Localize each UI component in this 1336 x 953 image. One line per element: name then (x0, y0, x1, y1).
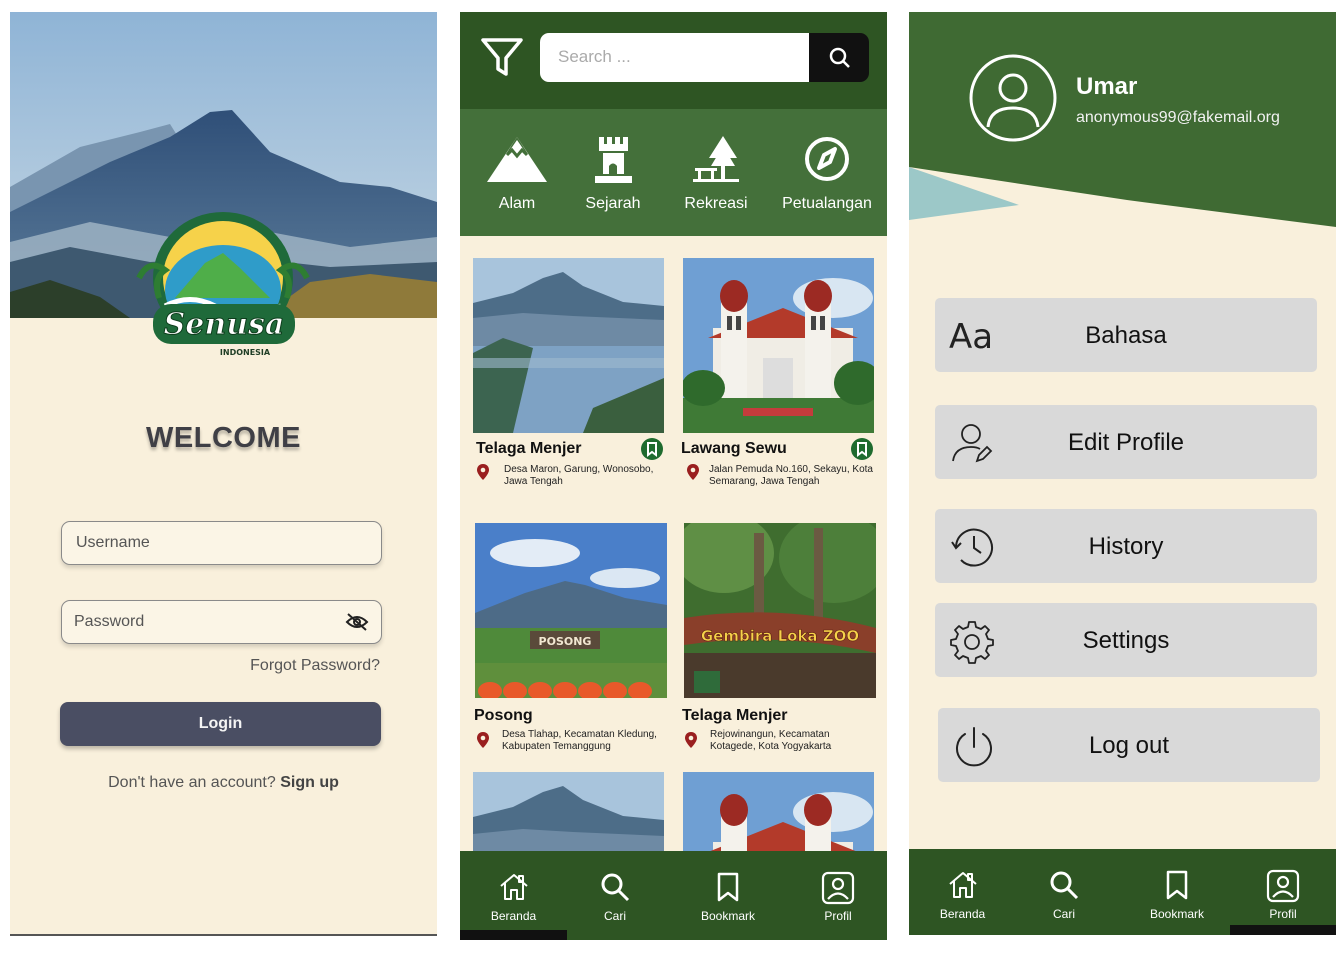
signup-prompt: Don't have an account? Sign up (10, 774, 437, 792)
senusa-logo: Senusa INDONESIA (135, 208, 313, 368)
place-image-posong: POSONG (475, 523, 667, 698)
place-title: Posong (474, 707, 533, 724)
category-label: Sejarah (585, 195, 641, 212)
category-label: Petualangan (782, 195, 872, 212)
search-icon (1050, 871, 1079, 900)
nav-profil[interactable]: Profil (1230, 849, 1336, 935)
park-icon (693, 136, 739, 182)
password-input[interactable]: Password (61, 600, 382, 644)
castle-icon (595, 137, 632, 183)
search-icon (601, 873, 630, 902)
eye-off-icon[interactable] (345, 612, 369, 632)
compass-icon (805, 137, 849, 181)
menu-label: Bahasa (1085, 322, 1167, 349)
profile-screen: Umar anonymous99@fakemail.org Aa Bahasa … (909, 12, 1336, 935)
menu-label: History (1088, 533, 1164, 560)
login-button[interactable]: Login (60, 702, 381, 746)
nav-beranda[interactable]: Beranda (460, 851, 567, 940)
place-image-lawang-sewu (683, 258, 874, 433)
nav-label: Bookmark (1149, 907, 1205, 921)
place-address: Desa Tlahap, Kecamatan Kledung, Kabupate… (502, 729, 657, 752)
nav-label: Cari (1052, 907, 1075, 921)
nav-label: Cari (603, 909, 626, 923)
location-pin-icon (477, 732, 489, 748)
bookmark-icon (857, 442, 867, 457)
place-address: Desa Maron, Garung, Wonosobo, Jawa Tenga… (504, 464, 654, 487)
place-image-telaga-menjer (473, 258, 664, 433)
login-screen: Senusa INDONESIA WELCOME Username Passwo… (10, 12, 437, 936)
location-pin-icon (685, 732, 697, 748)
signup-link[interactable]: Sign up (280, 774, 339, 791)
nav-bookmark[interactable]: Bookmark (672, 851, 784, 940)
nav-beranda[interactable]: Beranda (909, 849, 1016, 935)
nav-profil[interactable]: Profil (786, 851, 887, 940)
profile-icon (1266, 869, 1300, 903)
menu-logout[interactable]: Log out (938, 708, 1320, 782)
nav-bookmark[interactable]: Bookmark (1121, 849, 1233, 935)
logo-wordmark: Senusa (164, 307, 285, 342)
nav-cari[interactable]: Cari (1016, 849, 1112, 935)
avatar[interactable] (968, 53, 1058, 143)
nav-cari[interactable]: Cari (567, 851, 663, 940)
profile-email: anonymous99@fakemail.org (1076, 109, 1280, 126)
posong-sign: POSONG (539, 635, 592, 648)
menu-settings[interactable]: Settings (935, 603, 1317, 677)
home-icon (948, 872, 977, 898)
bottom-divider (10, 934, 437, 936)
search-icon (829, 47, 850, 68)
bookmark-icon (717, 872, 739, 902)
place-title: Telaga Menjer (476, 440, 582, 457)
search-input[interactable]: Search ... (540, 33, 809, 82)
forgot-password-link[interactable]: Forgot Password? (10, 657, 380, 675)
nav-label: Beranda (490, 909, 537, 923)
nav-label: Profil (1269, 907, 1297, 921)
bottom-nav: Beranda Cari Bookmark Profil (460, 851, 887, 940)
menu-edit-profile[interactable]: Edit Profile (935, 405, 1317, 479)
nav-label: Beranda (939, 907, 986, 921)
place-address: Jalan Pemuda No.160, Sekayu, Kota Semara… (709, 464, 873, 487)
filter-icon[interactable] (480, 36, 524, 78)
zoo-sign: Gembira Loka ZOO (701, 627, 859, 645)
places-grid: Telaga Menjer Desa Maron, Garung, Wonoso… (460, 236, 887, 851)
nav-label: Profil (824, 909, 852, 923)
username-input[interactable]: Username (61, 521, 382, 565)
place-title: Telaga Menjer (682, 707, 788, 724)
location-pin-icon (477, 464, 489, 480)
place-address: Rejowinangun, Kecamatan Kotagede, Kota Y… (710, 729, 832, 752)
category-bar: Alam Sejarah Rekreasi Petualangan (460, 109, 887, 236)
nav-label: Bookmark (700, 909, 756, 923)
profile-name: Umar (1076, 73, 1138, 100)
home-screen: Search ... Alam Sejarah Rekreasi Petuala… (460, 12, 887, 940)
profile-icon (821, 871, 855, 905)
no-account-text: Don't have an account? (108, 774, 276, 791)
logo-subtitle: INDONESIA (220, 348, 271, 357)
top-bar: Search ... (460, 12, 887, 109)
place-image-building (683, 772, 874, 851)
place-image-lake (473, 772, 664, 851)
password-placeholder: Password (74, 613, 145, 630)
place-title: Lawang Sewu (681, 440, 787, 457)
menu-label: Settings (1082, 627, 1170, 654)
menu-label: Log out (1088, 732, 1170, 759)
place-image-gembira-loka: Gembira Loka ZOO (684, 523, 876, 698)
category-label: Rekreasi (684, 195, 748, 212)
search-button[interactable] (809, 33, 869, 82)
mountain-icon (487, 137, 547, 182)
menu-bahasa[interactable]: Aa Bahasa (935, 298, 1317, 372)
bookmark-badge[interactable] (851, 438, 873, 460)
bottom-nav: Beranda Cari Bookmark Profil (909, 849, 1336, 935)
welcome-heading: WELCOME (146, 422, 301, 454)
bookmark-icon (647, 442, 657, 457)
bookmark-icon (1166, 870, 1188, 900)
menu-label: Edit Profile (1067, 429, 1185, 456)
bookmark-badge[interactable] (641, 438, 663, 460)
menu-history[interactable]: History (935, 509, 1317, 583)
home-icon (499, 874, 528, 900)
location-pin-icon (687, 464, 699, 480)
category-label: Alam (498, 195, 536, 212)
